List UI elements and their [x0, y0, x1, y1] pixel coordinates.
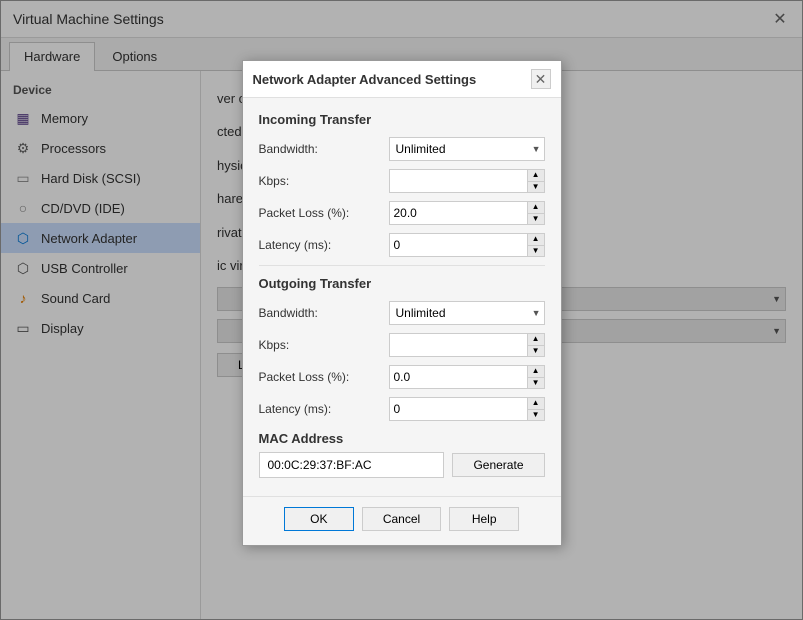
outgoing-kbps-input[interactable] [390, 334, 527, 356]
outgoing-packet-loss-up[interactable]: ▲ [528, 366, 544, 377]
dialog-bottom-buttons: OK Cancel Help [243, 496, 561, 545]
outgoing-latency-up[interactable]: ▲ [528, 398, 544, 409]
outgoing-latency-spinner: ▲ ▼ [389, 397, 545, 421]
outgoing-kbps-down[interactable]: ▼ [528, 345, 544, 357]
mac-address-input[interactable] [259, 452, 445, 478]
dialog-ok-button[interactable]: OK [284, 507, 354, 531]
incoming-kbps-input[interactable] [390, 170, 527, 192]
incoming-packet-loss-down[interactable]: ▼ [528, 213, 544, 225]
outgoing-kbps-control: ▲ ▼ [389, 333, 545, 357]
outgoing-latency-input[interactable] [390, 398, 527, 420]
outgoing-packet-loss-control: ▲ ▼ [389, 365, 545, 389]
dialog-cancel-button[interactable]: Cancel [362, 507, 441, 531]
outgoing-latency-control: ▲ ▼ [389, 397, 545, 421]
incoming-kbps-down[interactable]: ▼ [528, 181, 544, 193]
incoming-kbps-control: ▲ ▼ [389, 169, 545, 193]
generate-mac-button[interactable]: Generate [452, 453, 544, 477]
outgoing-packet-loss-label: Packet Loss (%): [259, 370, 389, 384]
outgoing-kbps-label: Kbps: [259, 338, 389, 352]
dialog-help-button[interactable]: Help [449, 507, 519, 531]
incoming-packet-loss-spinner: ▲ ▼ [389, 201, 545, 225]
outgoing-packet-loss-spinner: ▲ ▼ [389, 365, 545, 389]
outgoing-bandwidth-row: Bandwidth: Unlimited Custom [259, 301, 545, 325]
incoming-section-label: Incoming Transfer [259, 112, 545, 127]
incoming-kbps-up[interactable]: ▲ [528, 170, 544, 181]
outgoing-bandwidth-label: Bandwidth: [259, 306, 389, 320]
incoming-latency-down[interactable]: ▼ [528, 245, 544, 257]
main-window: Virtual Machine Settings ✕ Hardware Opti… [0, 0, 803, 620]
incoming-bandwidth-control: Unlimited Custom [389, 137, 545, 161]
incoming-kbps-spinner: ▲ ▼ [389, 169, 545, 193]
outgoing-bandwidth-select[interactable]: Unlimited Custom [389, 301, 545, 325]
outgoing-latency-label: Latency (ms): [259, 402, 389, 416]
outgoing-packet-loss-row: Packet Loss (%): ▲ ▼ [259, 365, 545, 389]
dialog-content: Incoming Transfer Bandwidth: Unlimited C… [243, 98, 561, 492]
outgoing-kbps-up[interactable]: ▲ [528, 334, 544, 345]
incoming-latency-up[interactable]: ▲ [528, 234, 544, 245]
incoming-packet-loss-row: Packet Loss (%): ▲ ▼ [259, 201, 545, 225]
incoming-kbps-spinner-buttons: ▲ ▼ [527, 170, 544, 192]
incoming-kbps-row: Kbps: ▲ ▼ [259, 169, 545, 193]
incoming-packet-loss-control: ▲ ▼ [389, 201, 545, 225]
incoming-bandwidth-select-wrapper: Unlimited Custom [389, 137, 545, 161]
incoming-bandwidth-row: Bandwidth: Unlimited Custom [259, 137, 545, 161]
incoming-latency-label: Latency (ms): [259, 238, 389, 252]
incoming-latency-input[interactable] [390, 234, 527, 256]
dialog-title-bar: Network Adapter Advanced Settings ✕ [243, 61, 561, 98]
incoming-bandwidth-label: Bandwidth: [259, 142, 389, 156]
incoming-latency-control: ▲ ▼ [389, 233, 545, 257]
incoming-latency-spinner-buttons: ▲ ▼ [527, 234, 544, 256]
outgoing-latency-row: Latency (ms): ▲ ▼ [259, 397, 545, 421]
mac-section-label: MAC Address [259, 431, 545, 446]
outgoing-packet-loss-spinner-buttons: ▲ ▼ [527, 366, 544, 388]
incoming-latency-spinner: ▲ ▼ [389, 233, 545, 257]
outgoing-packet-loss-input[interactable] [390, 366, 527, 388]
outgoing-kbps-row: Kbps: ▲ ▼ [259, 333, 545, 357]
incoming-packet-loss-input[interactable] [390, 202, 527, 224]
dialog-close-button[interactable]: ✕ [531, 69, 551, 89]
mac-row: Generate [259, 452, 545, 478]
advanced-settings-dialog: Network Adapter Advanced Settings ✕ Inco… [242, 60, 562, 546]
outgoing-kbps-spinner: ▲ ▼ [389, 333, 545, 357]
incoming-packet-loss-up[interactable]: ▲ [528, 202, 544, 213]
outgoing-latency-down[interactable]: ▼ [528, 409, 544, 421]
incoming-packet-loss-label: Packet Loss (%): [259, 206, 389, 220]
incoming-kbps-label: Kbps: [259, 174, 389, 188]
outgoing-section-label: Outgoing Transfer [259, 276, 545, 291]
incoming-bandwidth-select[interactable]: Unlimited Custom [389, 137, 545, 161]
outgoing-bandwidth-select-wrapper: Unlimited Custom [389, 301, 545, 325]
section-divider [259, 265, 545, 266]
outgoing-kbps-spinner-buttons: ▲ ▼ [527, 334, 544, 356]
outgoing-bandwidth-control: Unlimited Custom [389, 301, 545, 325]
outgoing-packet-loss-down[interactable]: ▼ [528, 377, 544, 389]
incoming-latency-row: Latency (ms): ▲ ▼ [259, 233, 545, 257]
dialog-title: Network Adapter Advanced Settings [253, 72, 477, 87]
outgoing-latency-spinner-buttons: ▲ ▼ [527, 398, 544, 420]
dialog-overlay: Network Adapter Advanced Settings ✕ Inco… [0, 0, 803, 620]
mac-section: MAC Address Generate [259, 431, 545, 478]
incoming-packet-loss-spinner-buttons: ▲ ▼ [527, 202, 544, 224]
